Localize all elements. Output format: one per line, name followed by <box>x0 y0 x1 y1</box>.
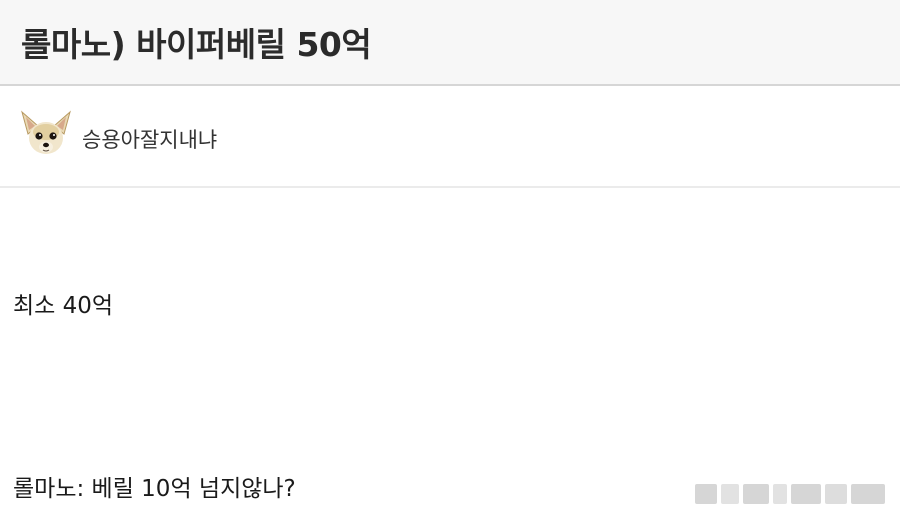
post-body-line: 최소 40억 <box>13 293 114 319</box>
post-header: 롤마노) 바이퍼베릴 50억 <box>0 0 900 86</box>
post-title: 롤마노) 바이퍼베릴 50억 <box>21 25 372 64</box>
author-name[interactable]: 승용아잘지내냐 <box>82 124 217 154</box>
blurred-watermark <box>695 478 887 510</box>
chihuahua-avatar-icon[interactable] <box>18 108 74 164</box>
author-bar[interactable]: 승용아잘지내냐 <box>0 88 900 188</box>
post-body-line: 롤마노: 베릴 10억 넘지않나? <box>13 476 296 502</box>
post-body: 최소 40억 롤마노: 베릴 10억 넘지않나? <box>0 190 900 522</box>
